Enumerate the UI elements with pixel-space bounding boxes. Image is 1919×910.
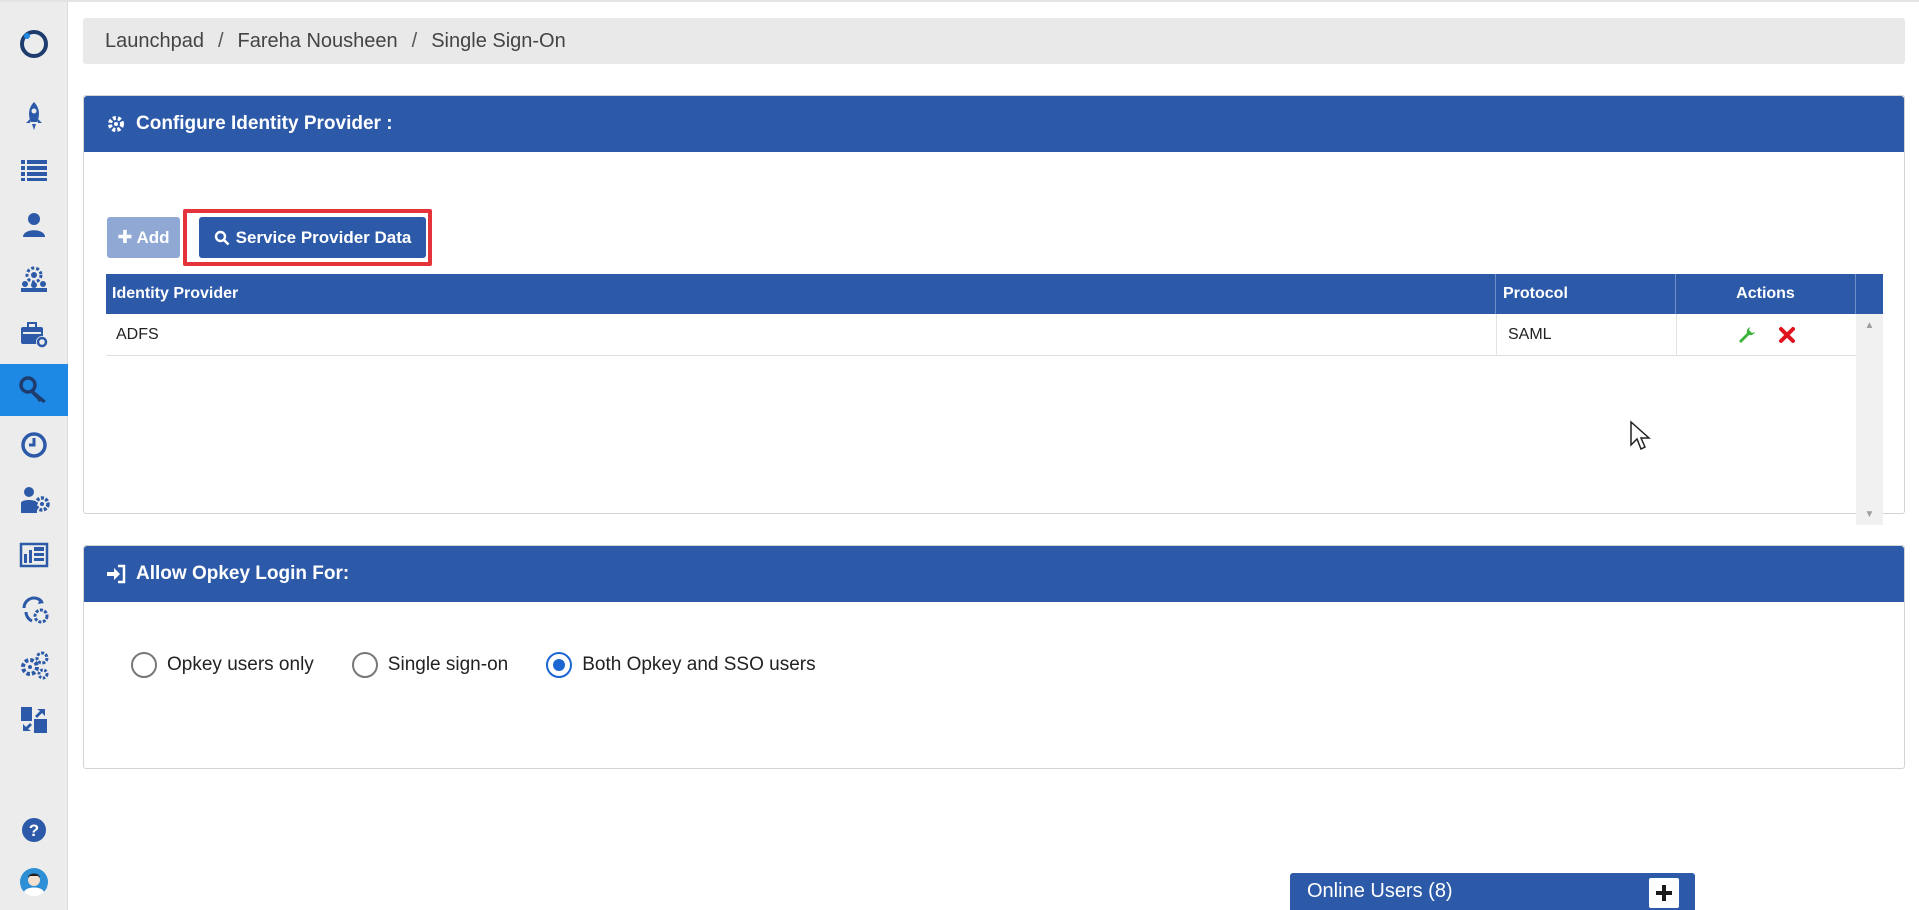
nav-list[interactable] (0, 144, 68, 196)
expand-online-users-button[interactable] (1649, 878, 1679, 908)
breadcrumb: Launchpad / Fareha Nousheen / Single Sig… (83, 18, 1905, 64)
user-icon (23, 213, 45, 237)
service-provider-data-label: Service Provider Data (235, 227, 412, 247)
users-gear-icon (21, 266, 47, 292)
help-icon: ? (22, 818, 46, 842)
top-border (0, 0, 1919, 2)
sign-in-icon (107, 564, 126, 584)
table-header: Identity Provider Protocol Actions (106, 274, 1883, 314)
nav-settings[interactable] (0, 639, 68, 691)
gears-icon (21, 651, 49, 680)
clock-icon (21, 432, 47, 458)
nav-launchpad[interactable] (0, 90, 68, 142)
login-options-panel: Allow Opkey Login For: Opkey users only … (83, 545, 1905, 769)
user-avatar[interactable] (0, 856, 68, 908)
radio-label: Single sign-on (387, 654, 509, 675)
rocket-icon (26, 102, 42, 130)
report-icon (19, 542, 49, 568)
app-logo[interactable] (0, 18, 68, 70)
breadcrumb-current: Single Sign-On (431, 29, 566, 52)
radio-circle[interactable] (131, 652, 157, 678)
table-scrollbar[interactable]: ▲ ▼ (1856, 314, 1883, 525)
nav-projects[interactable] (0, 308, 68, 360)
breadcrumb-launchpad[interactable]: Launchpad (105, 30, 204, 53)
nav-history[interactable] (0, 419, 68, 471)
column-actions: Actions (1676, 274, 1856, 314)
online-users-label: Online Users (8) (1307, 880, 1453, 902)
add-button-label: Add (136, 227, 170, 247)
identity-provider-header: Configure Identity Provider : (84, 96, 1904, 152)
service-provider-data-button[interactable]: Service Provider Data (199, 217, 426, 258)
delete-icon[interactable] (1777, 325, 1797, 345)
gear-icon (108, 116, 124, 132)
nav-reports[interactable] (0, 529, 68, 581)
nav-single-sign-on[interactable] (0, 364, 68, 416)
column-spacer (1856, 274, 1883, 314)
identity-provider-table: Identity Provider Protocol Actions ADFS … (106, 274, 1883, 525)
sidebar: ? (0, 2, 68, 910)
radio-both-opkey-and-sso[interactable]: Both Opkey and SSO users (546, 652, 816, 678)
table-body: ADFS SAML (106, 314, 1856, 525)
avatar-icon (20, 868, 48, 897)
login-options-header: Allow Opkey Login For: (84, 546, 1904, 602)
mouse-cursor-icon (1630, 420, 1651, 451)
search-icon (214, 230, 230, 245)
cell-identity-provider: ADFS (106, 314, 1497, 356)
nav-user[interactable] (0, 198, 68, 250)
login-options-title: Allow Opkey Login For: (136, 563, 350, 584)
export-icon (21, 707, 47, 733)
breadcrumb-user[interactable]: Fareha Nousheen (238, 30, 398, 53)
login-radio-group: Opkey users only Single sign-on Both Opk… (131, 652, 854, 678)
scroll-up-icon[interactable]: ▲ (1856, 316, 1883, 334)
nav-export[interactable] (0, 694, 68, 746)
breadcrumb-separator: / (411, 29, 418, 52)
nav-user-settings[interactable] (0, 474, 68, 526)
online-users-bar[interactable]: Online Users (8) (1290, 873, 1695, 910)
briefcase-settings-icon (21, 322, 48, 348)
logo-ring-icon (20, 30, 48, 58)
wrench-edit-icon[interactable] (1737, 325, 1757, 345)
add-button[interactable]: ✚ Add (107, 217, 180, 258)
nav-users-settings[interactable] (0, 253, 68, 305)
radio-circle[interactable] (351, 652, 378, 678)
key-icon (19, 376, 46, 403)
column-protocol[interactable]: Protocol (1496, 274, 1676, 314)
identity-provider-title: Configure Identity Provider : (136, 113, 393, 134)
nav-help[interactable]: ? (0, 804, 68, 856)
scroll-down-icon[interactable]: ▼ (1856, 505, 1883, 523)
plus-icon: ✚ (117, 227, 133, 247)
radio-label: Both Opkey and SSO users (582, 654, 816, 675)
radio-label: Opkey users only (167, 654, 314, 675)
user-gear-icon (21, 487, 50, 513)
cell-actions (1677, 314, 1856, 356)
sync-settings-icon (22, 596, 49, 624)
column-identity-provider[interactable]: Identity Provider (106, 274, 1496, 314)
nav-sync[interactable] (0, 584, 68, 636)
breadcrumb-separator: / (217, 29, 224, 52)
radio-circle-selected[interactable] (546, 652, 573, 678)
cell-protocol: SAML (1497, 314, 1677, 356)
list-icon (21, 160, 47, 181)
radio-single-sign-on[interactable]: Single sign-on (351, 652, 509, 678)
table-row[interactable]: ADFS SAML (106, 314, 1856, 356)
plus-icon (1656, 885, 1672, 901)
svg-text:?: ? (29, 821, 39, 840)
radio-opkey-users-only[interactable]: Opkey users only (131, 652, 314, 678)
